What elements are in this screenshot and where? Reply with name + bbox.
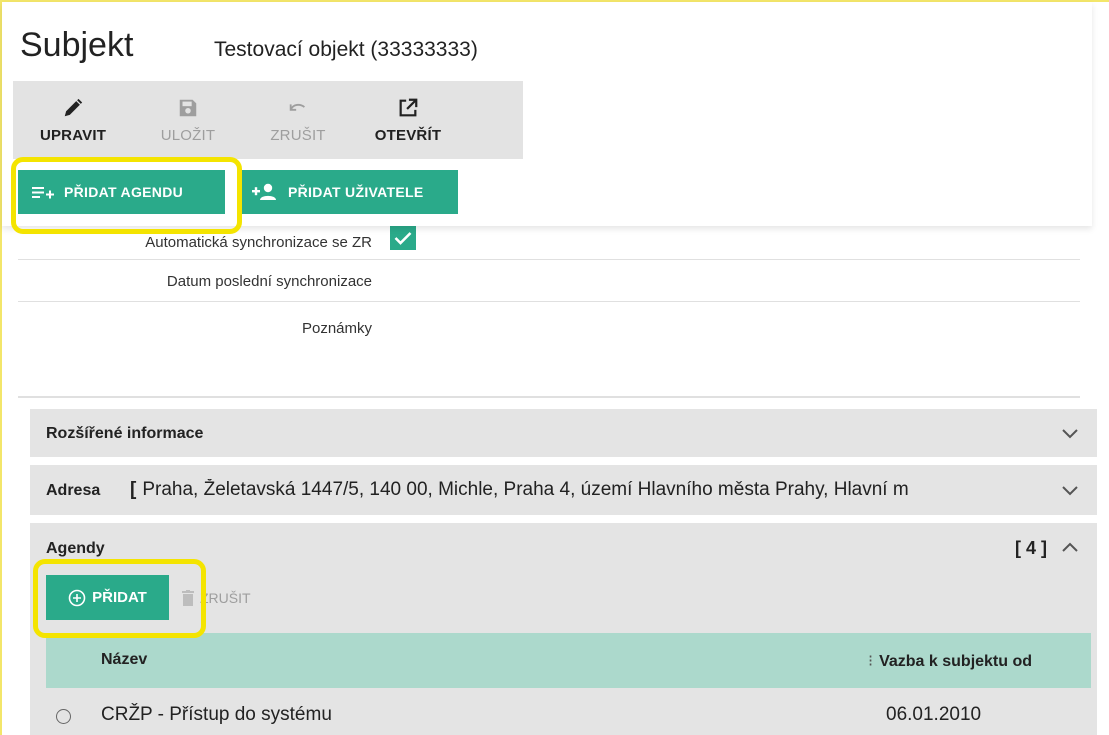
- table-header: Název ⁝ Vazba k subjektu od: [46, 633, 1091, 688]
- add-agenda-label: PŘIDAT AGENDU: [64, 184, 184, 200]
- chevron-down-icon[interactable]: [1061, 485, 1079, 497]
- address-value: Praha, Želetavská 1447/5, 140 00, Michle…: [142, 479, 909, 500]
- chevron-down-icon[interactable]: [1061, 428, 1079, 440]
- chevron-up-icon[interactable]: [1061, 541, 1079, 553]
- undo-icon: [289, 103, 305, 111]
- column-header-date-label: Vazba k subjektu od: [879, 653, 1033, 670]
- section-agendas: Agendy [ 4 ] PŘIDAT ZRUŠIT Název ⁝ Vazba …: [30, 523, 1097, 735]
- section-address[interactable]: Adresa [Praha, Želetavská 1447/5, 140 00…: [30, 465, 1097, 515]
- open-external-icon: [399, 98, 418, 116]
- sync-checkbox[interactable]: [390, 226, 416, 250]
- agendas-count: [ 4 ]: [1014, 538, 1047, 558]
- column-resize-handle[interactable]: ⁝: [868, 653, 873, 670]
- add-list-icon: [32, 187, 54, 199]
- section-agendas-title: Agendy: [46, 540, 105, 557]
- cancel-label: ZRUŠIT: [270, 126, 326, 144]
- form-row-last-sync: Datum poslední synchronizace: [18, 261, 1080, 302]
- open-button[interactable]: OTEVŘÍT: [353, 81, 463, 159]
- edit-button[interactable]: UPRAVIT: [13, 81, 133, 159]
- form-row-notes: Poznámky: [18, 302, 1080, 398]
- plus-circle-icon: [68, 589, 86, 606]
- edit-label: UPRAVIT: [39, 126, 107, 144]
- pencil-icon: [64, 98, 83, 116]
- address-bracket: [: [130, 479, 137, 500]
- sync-label: Automatická synchronizace se ZR: [145, 234, 372, 251]
- column-header-date[interactable]: ⁝ Vazba k subjektu od: [868, 651, 1032, 671]
- form-row-sync: Automatická synchronizace se ZR: [18, 224, 1080, 260]
- row-radio[interactable]: [56, 709, 71, 724]
- check-icon: [394, 232, 412, 245]
- address-value-wrap: [Praha, Želetavská 1447/5, 140 00, Michl…: [130, 479, 1038, 501]
- add-agenda-row-button[interactable]: PŘIDAT: [46, 575, 169, 620]
- toolbar: UPRAVIT ULOŽIT ZRUŠIT OTEVŘÍT: [13, 81, 523, 159]
- add-user-icon: [252, 183, 276, 200]
- cancel-button[interactable]: ZRUŠIT: [243, 81, 353, 159]
- remove-label: ZRUŠIT: [200, 589, 251, 606]
- header-panel: Subjekt Testovací objekt (33333333) UPRA…: [2, 2, 1092, 226]
- row-name: CRŽP - Přístup do systému: [101, 704, 332, 725]
- save-label: ULOŽIT: [160, 126, 216, 144]
- page-subtitle: Testovací objekt (33333333): [214, 38, 478, 61]
- section-extended-info-title: Rozšířené informace: [46, 425, 204, 442]
- save-button[interactable]: ULOŽIT: [133, 81, 243, 159]
- save-icon: [179, 99, 197, 116]
- column-header-name[interactable]: Název: [101, 651, 147, 669]
- last-sync-label: Datum poslední synchronizace: [166, 273, 372, 290]
- add-agenda-button[interactable]: PŘIDAT AGENDU: [18, 170, 225, 214]
- section-address-title: Adresa: [46, 482, 101, 499]
- trash-icon: [182, 589, 194, 606]
- section-extended-info[interactable]: Rozšířené informace: [30, 409, 1097, 457]
- row-date: 06.01.2010: [886, 704, 982, 725]
- add-label: PŘIDAT: [92, 589, 147, 606]
- page-title: Subjekt: [20, 26, 134, 64]
- add-user-label: PŘIDAT UŽIVATELE: [288, 184, 424, 200]
- open-label: OTEVŘÍT: [374, 126, 442, 144]
- table-row[interactable]: CRŽP - Přístup do systému 06.01.2010: [46, 688, 1091, 735]
- notes-label: Poznámky: [301, 320, 372, 337]
- remove-agenda-button[interactable]: ZRUŠIT: [182, 575, 251, 620]
- add-user-button[interactable]: PŘIDAT UŽIVATELE: [238, 170, 458, 214]
